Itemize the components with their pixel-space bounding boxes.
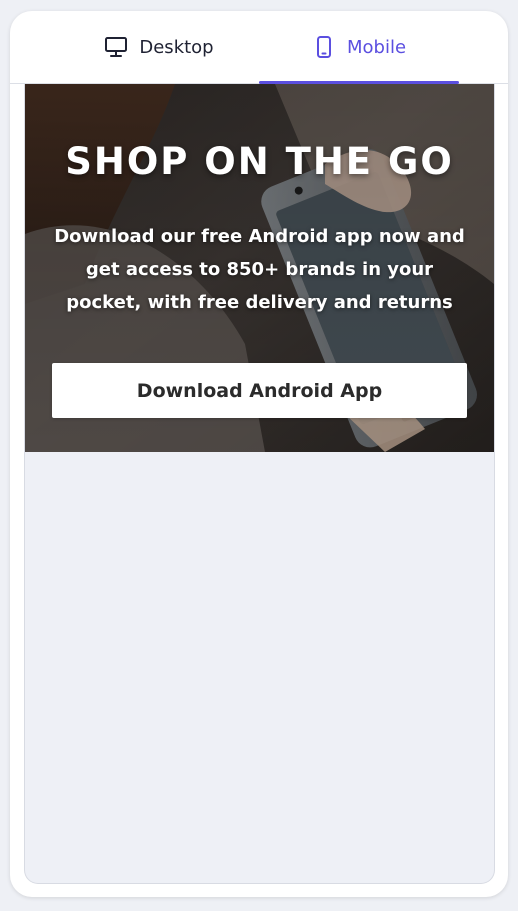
mobile-preview-frame: SHOP ON THE GO Download our free Android… <box>24 84 495 884</box>
device-tabs: Desktop Mobile <box>10 11 508 84</box>
tab-desktop[interactable]: Desktop <box>59 11 259 83</box>
banner-title: SHOP ON THE GO <box>65 140 454 183</box>
mobile-phone-icon <box>312 35 336 59</box>
preview-card: Desktop Mobile SHOP ON THE GO Download o… <box>10 11 508 897</box>
tab-mobile[interactable]: Mobile <box>259 11 459 84</box>
app-promo-banner: SHOP ON THE GO Download our free Android… <box>25 84 494 452</box>
download-android-app-button[interactable]: Download Android App <box>52 363 467 418</box>
desktop-monitor-icon <box>104 35 128 59</box>
tab-desktop-label: Desktop <box>139 36 214 58</box>
banner-description: Download our free Android app now and ge… <box>54 226 465 313</box>
tab-mobile-label: Mobile <box>346 36 407 58</box>
